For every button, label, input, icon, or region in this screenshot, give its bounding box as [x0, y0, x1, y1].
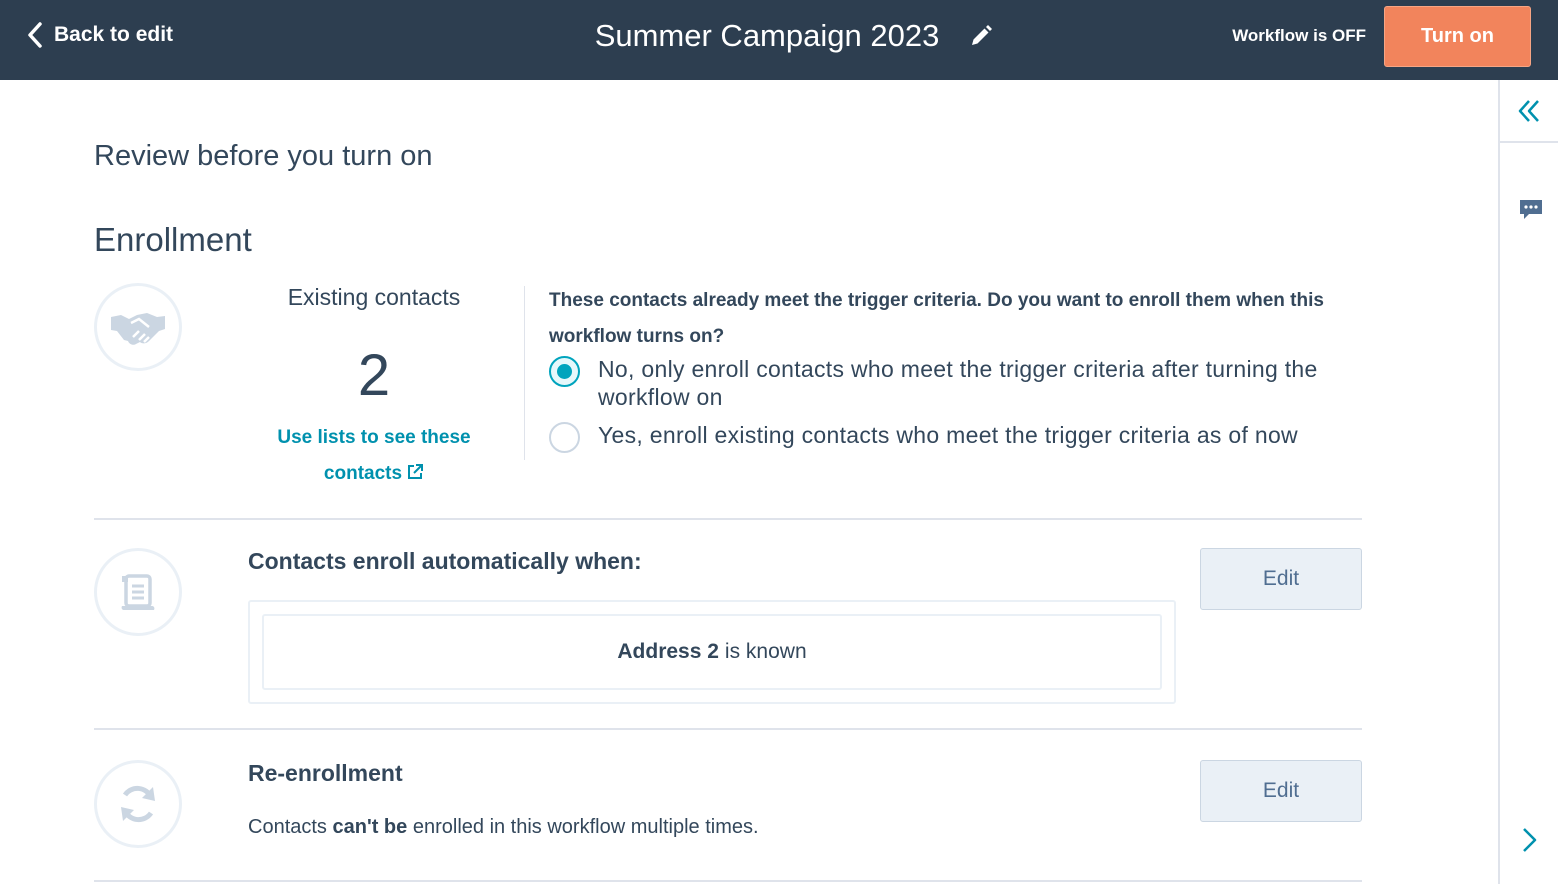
chevron-left-icon	[28, 22, 42, 48]
workflow-title: Summer Campaign 2023	[594, 18, 940, 53]
criteria-condition: is known	[724, 640, 807, 663]
triggers-heading: Contacts enroll automatically when:	[248, 548, 642, 574]
edit-reenrollment-button[interactable]: Edit	[1200, 760, 1362, 822]
vertical-divider	[524, 286, 525, 460]
radio-label-yes: Yes, enroll existing contacts who meet t…	[598, 422, 1298, 448]
reenrollment-description: Contacts can't be enrolled in this workf…	[248, 816, 759, 839]
enroll-existing-question: These contacts already meet the trigger …	[549, 290, 1324, 347]
pencil-icon[interactable]	[969, 24, 993, 48]
criteria-property: Address 2	[617, 640, 719, 663]
edit-triggers-button[interactable]: Edit	[1200, 548, 1362, 610]
back-to-edit-link[interactable]: Back to edit	[26, 19, 173, 51]
external-link-icon	[408, 464, 424, 479]
scroll-icon	[121, 574, 155, 610]
title-inner: Summer Campaign 2023	[595, 18, 994, 54]
radio-option-yes[interactable]: Yes, enroll existing contacts who meet t…	[549, 421, 1369, 453]
collapse-panel-button[interactable]	[1500, 80, 1558, 143]
radio-label-no: No, only enroll contacts who meet the tr…	[598, 356, 1318, 410]
page-heading: Review before you turn on	[94, 140, 433, 172]
use-lists-link[interactable]: Use lists to see these contacts	[244, 420, 504, 492]
reenroll-desc-prefix: Contacts	[248, 816, 327, 838]
enrollment-icon-circle	[94, 283, 182, 371]
back-label: Back to edit	[54, 23, 174, 46]
reenroll-desc-emphasis: can't be	[332, 816, 408, 838]
section-divider	[94, 728, 1362, 730]
refresh-icon	[121, 785, 155, 823]
reenrollment-heading: Re-enrollment	[248, 760, 403, 786]
chevron-right-icon[interactable]	[1518, 825, 1542, 855]
radio-dot	[557, 364, 572, 379]
criteria-group: Address 2 is known	[248, 600, 1176, 704]
triggers-icon-circle	[94, 548, 182, 636]
criteria-filter[interactable]: Address 2 is known	[262, 614, 1162, 690]
handshake-icon	[111, 313, 165, 345]
existing-contacts-count: 2	[357, 343, 391, 408]
section-divider	[94, 880, 1362, 882]
right-rail	[1498, 80, 1558, 884]
comment-icon[interactable]	[1518, 197, 1544, 223]
section-title-enrollment: Enrollment	[94, 221, 252, 258]
radio-option-no[interactable]: No, only enroll contacts who meet the tr…	[549, 355, 1369, 411]
radio-button-unselected[interactable]	[549, 422, 580, 453]
use-lists-link-label: Use lists to see these contacts	[277, 427, 471, 484]
radio-button-selected[interactable]	[549, 356, 580, 387]
existing-contacts-label: Existing contacts	[287, 284, 461, 310]
reenroll-icon-circle	[94, 760, 182, 848]
collapse-icon	[1518, 99, 1539, 122]
top-bar: Back to edit Summer Campaign 2023 Workfl…	[0, 0, 1558, 80]
section-divider	[94, 518, 1362, 520]
reenroll-desc-suffix: enrolled in this workflow multiple times…	[412, 816, 759, 838]
workflow-status: Workflow is OFF	[1232, 26, 1366, 45]
turn-on-button[interactable]: Turn on	[1384, 6, 1531, 67]
